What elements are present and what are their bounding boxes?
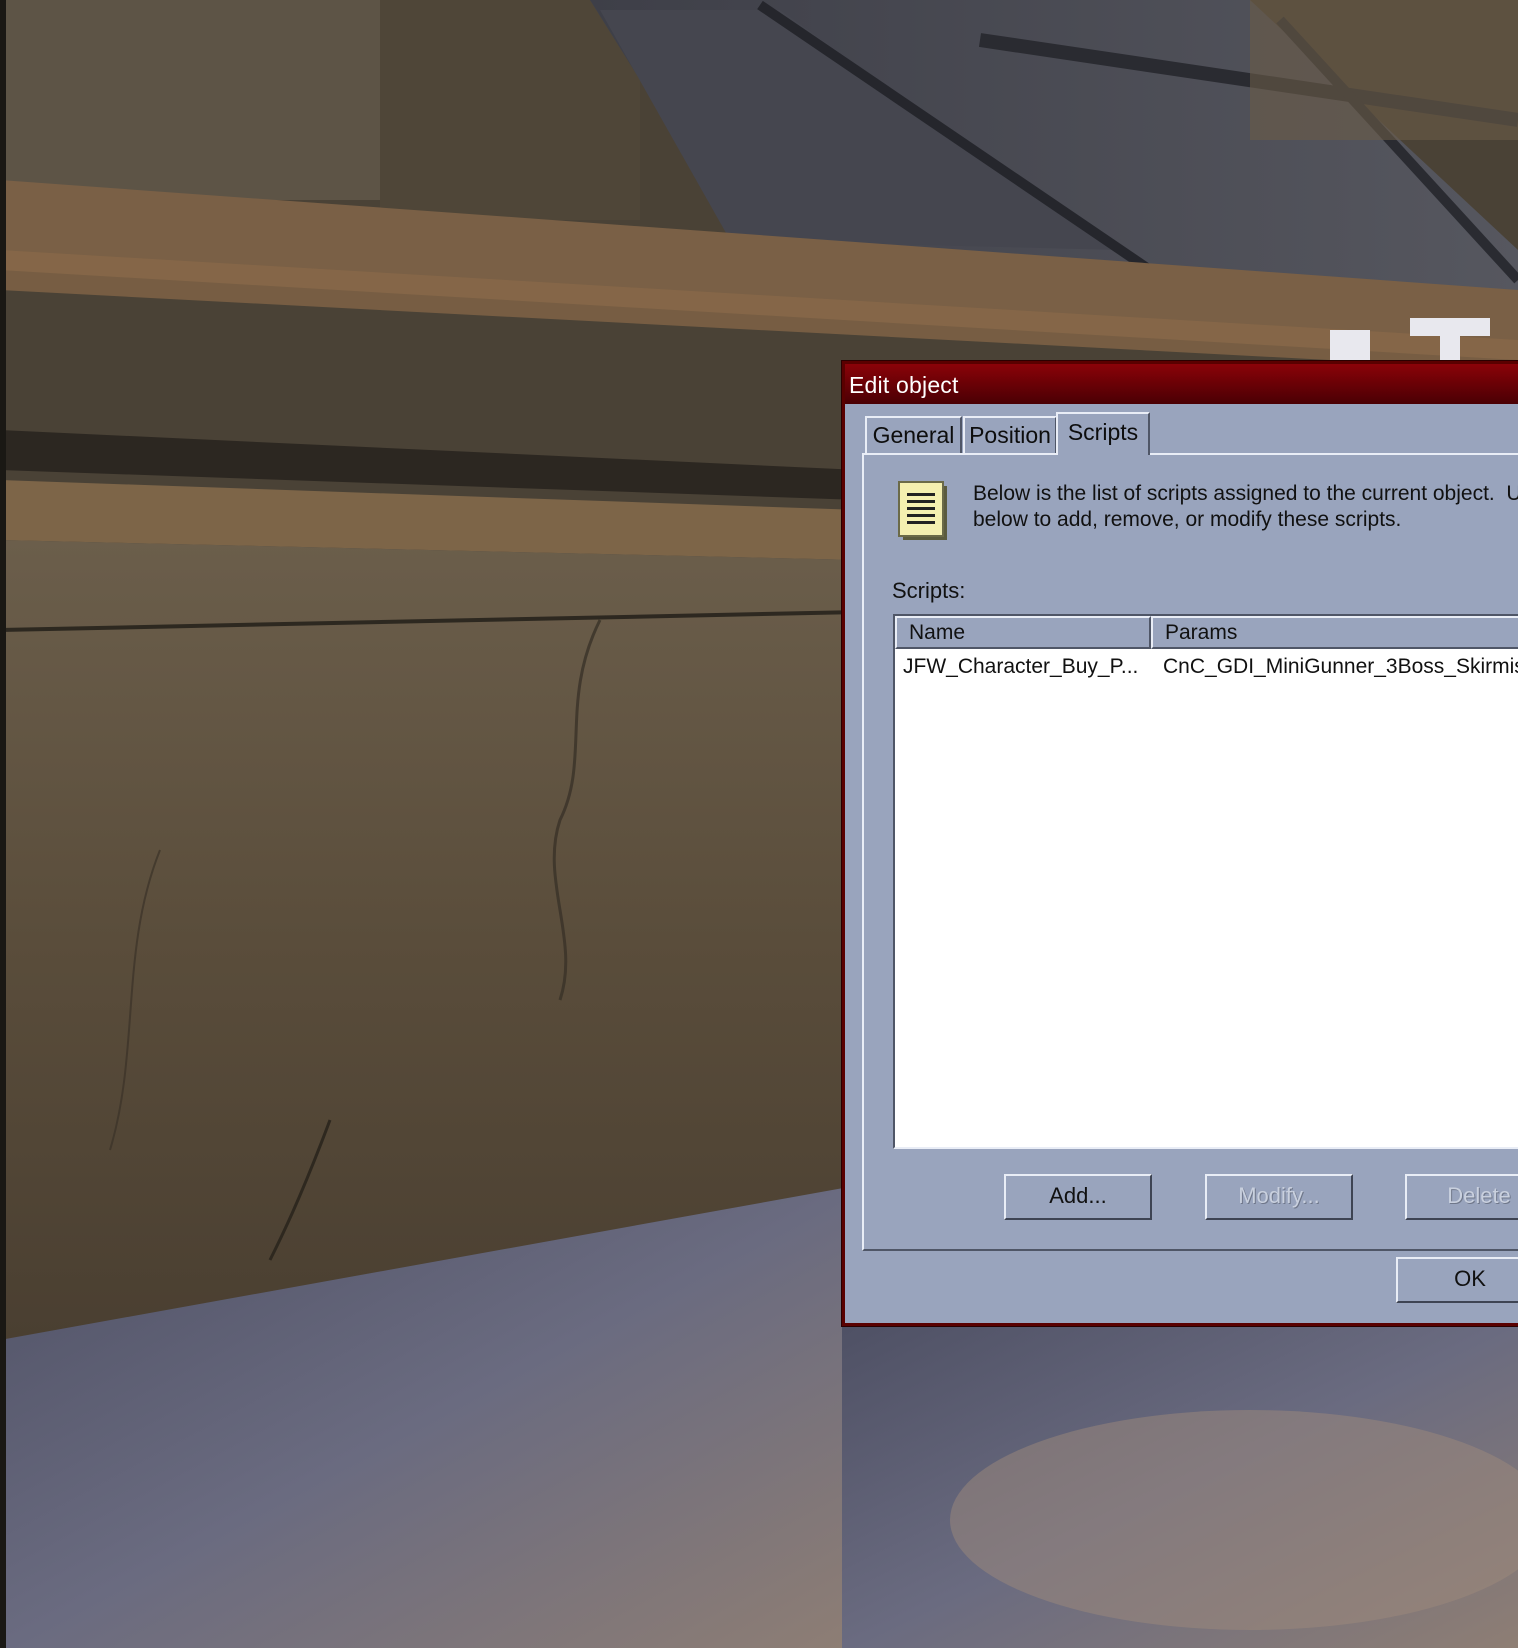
dialog-title: Edit object bbox=[849, 372, 959, 398]
modify-script-button[interactable]: Modify... bbox=[1205, 1174, 1353, 1220]
tab-position[interactable]: Position bbox=[963, 416, 1057, 453]
scripts-list[interactable]: Name Params JFW_Character_Buy_P... CnC_G… bbox=[893, 614, 1518, 1149]
list-item[interactable]: JFW_Character_Buy_P... CnC_GDI_MiniGunne… bbox=[895, 650, 1518, 684]
tab-scripts[interactable]: Scripts bbox=[1056, 412, 1150, 455]
scripts-description: Below is the list of scripts assigned to… bbox=[973, 482, 1518, 531]
column-header-name[interactable]: Name bbox=[895, 616, 1151, 649]
scripts-tab-panel: Below is the list of scripts assigned to… bbox=[862, 453, 1518, 1251]
column-header-params[interactable]: Params bbox=[1151, 616, 1518, 649]
document-lines-icon bbox=[898, 481, 947, 540]
delete-script-button[interactable]: Delete bbox=[1405, 1174, 1518, 1220]
edit-object-dialog: Edit object General Position Scripts Bel… bbox=[842, 361, 1518, 1326]
ok-button[interactable]: OK bbox=[1396, 1257, 1518, 1303]
script-params-cell: CnC_GDI_MiniGunner_3Boss_Skirmis bbox=[1163, 655, 1518, 678]
scripts-list-label: Scripts: bbox=[892, 578, 966, 603]
dialog-titlebar[interactable]: Edit object bbox=[845, 364, 1518, 404]
tab-general[interactable]: General bbox=[865, 416, 962, 453]
add-script-button[interactable]: Add... bbox=[1004, 1174, 1152, 1220]
script-name-cell: JFW_Character_Buy_P... bbox=[903, 655, 1139, 678]
